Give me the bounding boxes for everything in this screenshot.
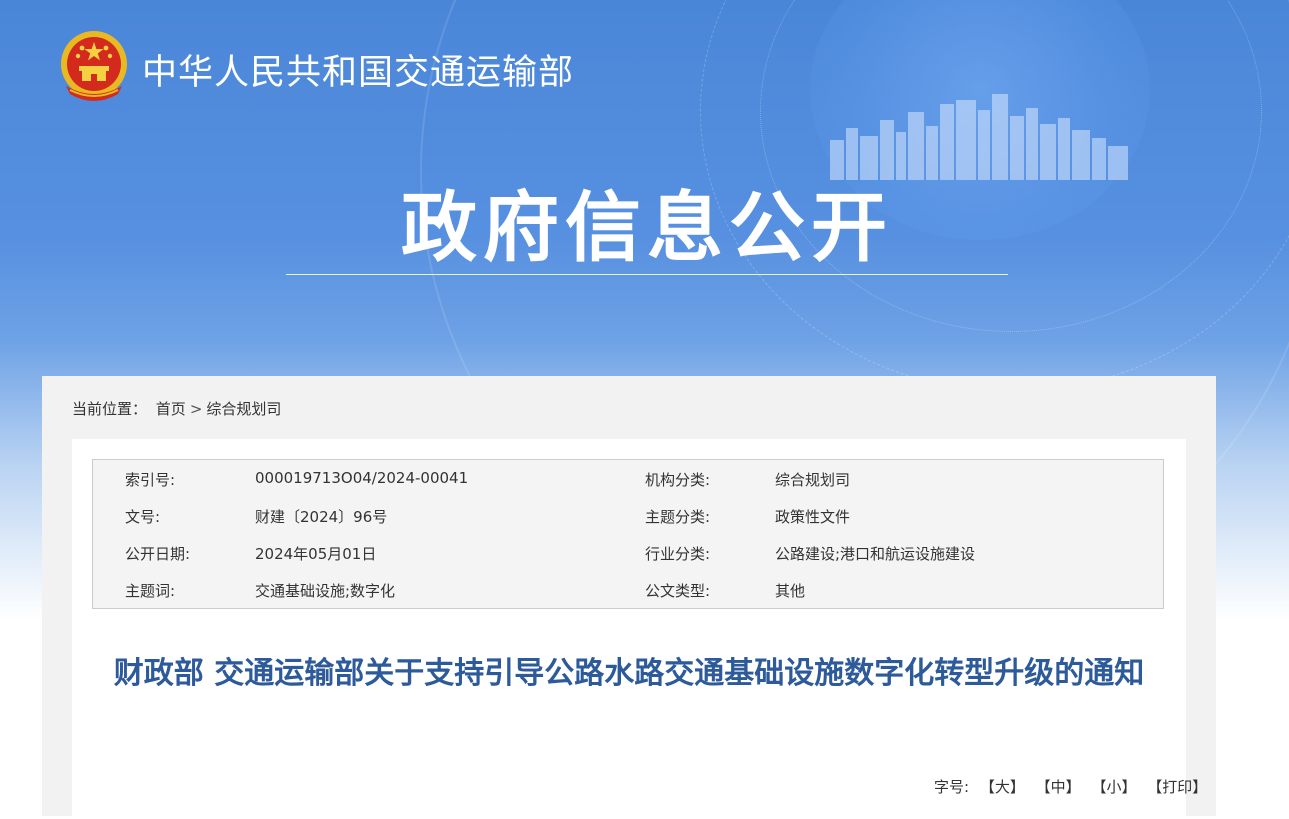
metadata-key: 文号: xyxy=(125,508,161,526)
metadata-key: 主题词: xyxy=(125,582,176,600)
breadcrumb-prefix: 当前位置： xyxy=(72,400,148,418)
section-title: 政府信息公开 xyxy=(401,183,893,272)
breadcrumb: 当前位置： 首页 > 综合规划司 xyxy=(72,398,281,419)
breadcrumb-department-link[interactable]: 综合规划司 xyxy=(206,400,281,418)
metadata-value: 交通基础设施;数字化 xyxy=(255,582,396,600)
document-title: 财政部 交通运输部关于支持引导公路水路交通基础设施数字化转型升级的通知 xyxy=(113,656,1145,691)
metadata-value: 2024年05月01日 xyxy=(255,545,377,563)
metadata-value: 000019713O04/2024-00041 xyxy=(255,469,469,487)
metadata-row: 索引号: 000019713O04/2024-00041 机构分类: 综合规划司 xyxy=(93,460,1163,497)
metadata-key: 索引号: xyxy=(125,471,176,489)
font-large-button[interactable]: 【大】 xyxy=(980,778,1025,796)
metadata-key: 行业分类: xyxy=(645,545,711,563)
metadata-row: 文号: 财建〔2024〕96号 主题分类: 政策性文件 xyxy=(93,497,1163,534)
metadata-key: 公开日期: xyxy=(125,545,191,563)
breadcrumb-home-link[interactable]: 首页 xyxy=(156,400,186,418)
font-size-toolbar: 字号: 【大】 【中】 【小】 【打印】 xyxy=(934,776,1207,797)
metadata-value: 综合规划司 xyxy=(775,471,851,489)
title-divider xyxy=(286,274,1008,275)
document-metadata-table: 索引号: 000019713O04/2024-00041 机构分类: 综合规划司… xyxy=(92,459,1164,609)
city-skyline-decoration xyxy=(830,94,1128,180)
metadata-value: 其他 xyxy=(775,582,806,600)
font-medium-button[interactable]: 【中】 xyxy=(1036,778,1081,796)
site-name[interactable]: 中华人民共和国交通运输部 xyxy=(142,44,574,95)
metadata-key: 机构分类: xyxy=(645,471,711,489)
metadata-value: 财建〔2024〕96号 xyxy=(255,508,388,526)
print-button[interactable]: 【打印】 xyxy=(1147,778,1207,796)
article-card: 索引号: 000019713O04/2024-00041 机构分类: 综合规划司… xyxy=(72,439,1207,819)
metadata-key: 主题分类: xyxy=(645,508,711,526)
metadata-key: 公文类型: xyxy=(645,582,711,600)
font-size-label: 字号: xyxy=(934,778,970,796)
metadata-value: 政策性文件 xyxy=(775,508,851,526)
font-small-button[interactable]: 【小】 xyxy=(1091,778,1136,796)
metadata-row: 公开日期: 2024年05月01日 行业分类: 公路建设;港口和航运设施建设 xyxy=(93,534,1163,571)
breadcrumb-separator: > xyxy=(189,400,203,418)
metadata-row: 主题词: 交通基础设施;数字化 公文类型: 其他 xyxy=(93,571,1163,608)
metadata-value: 公路建设;港口和航运设施建设 xyxy=(775,545,976,563)
national-emblem-icon xyxy=(61,31,127,101)
content-panel: 当前位置： 首页 > 综合规划司 索引号: 000019713O04/2024-00… xyxy=(42,376,1216,819)
